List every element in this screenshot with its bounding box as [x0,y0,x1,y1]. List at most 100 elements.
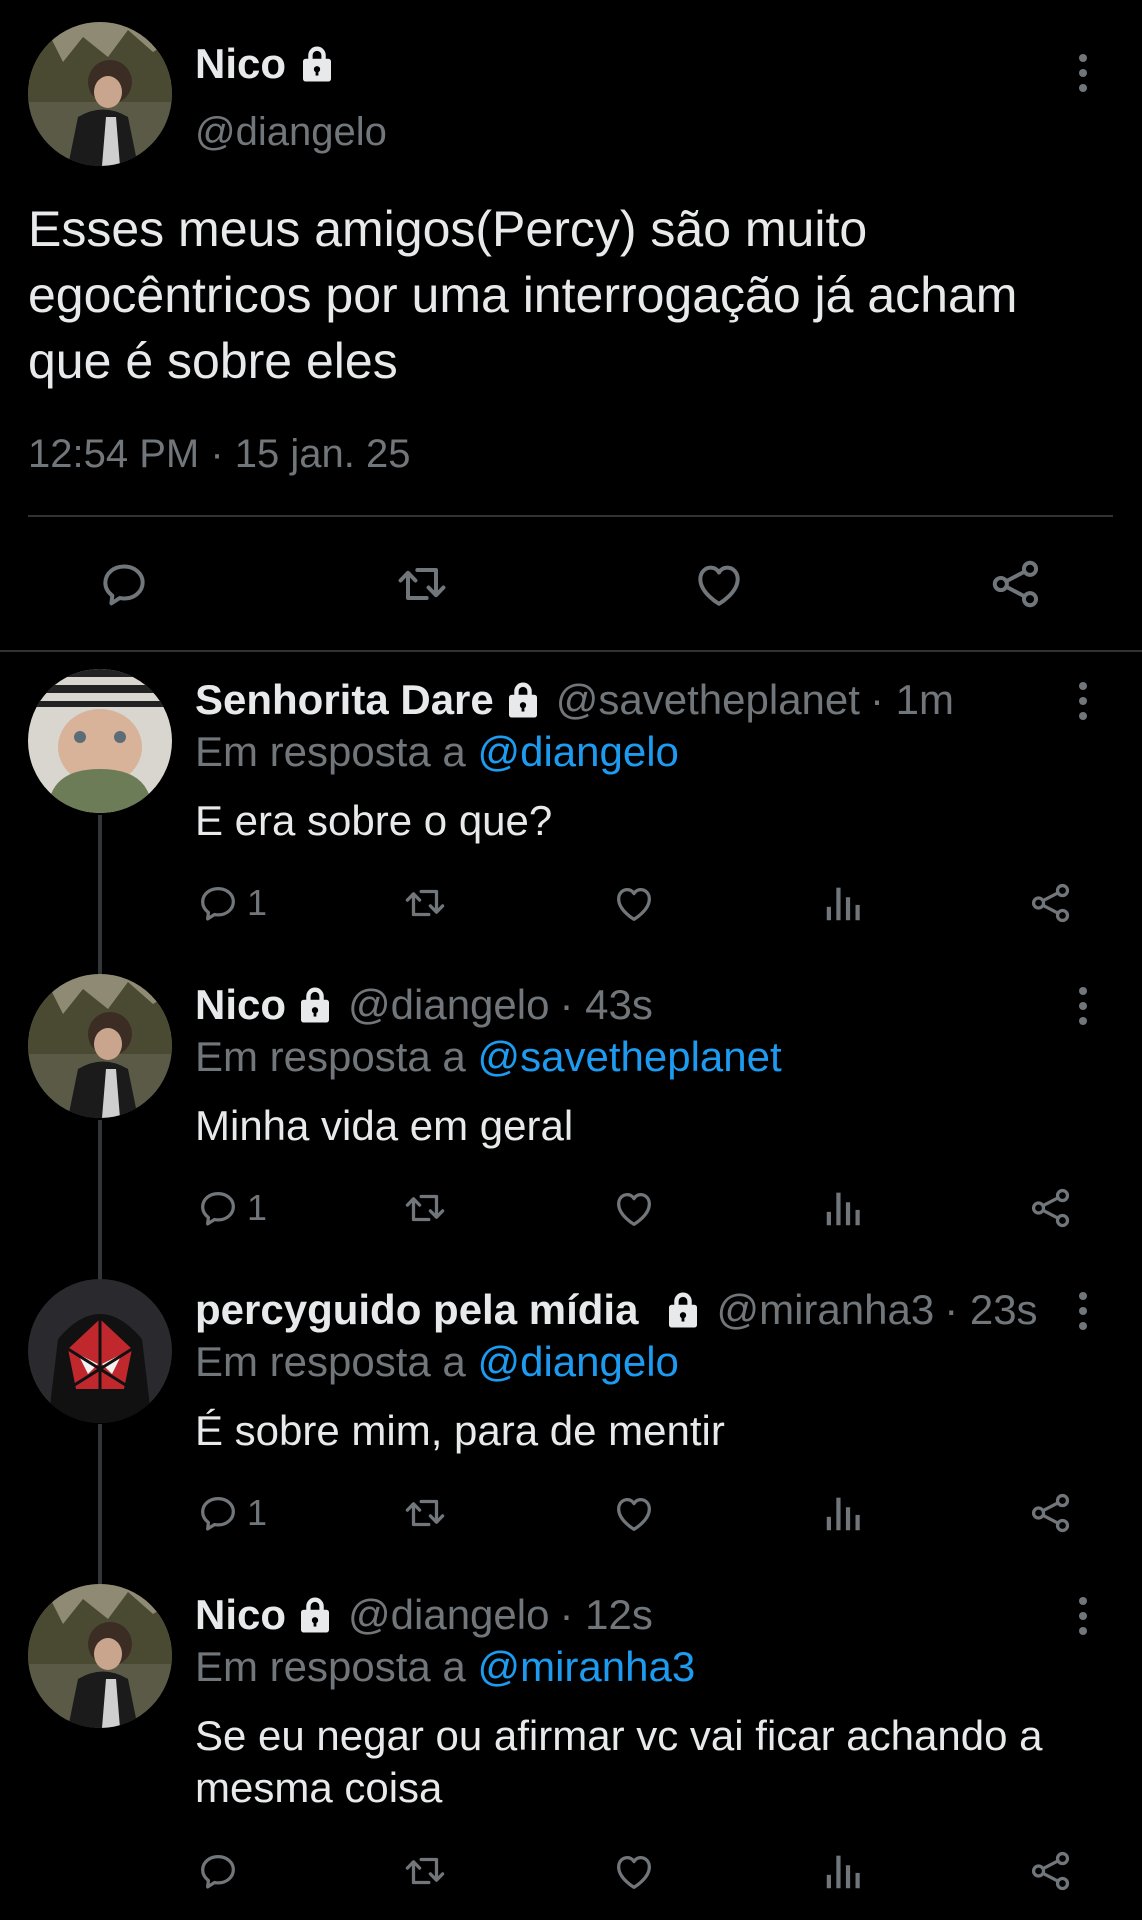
reply-count: 1 [247,1187,268,1228]
reply-header[interactable]: percyguido pela mídia @miranha3 · 23s [195,1286,1038,1334]
handle[interactable]: @diangelo [195,110,387,155]
lock-icon [294,984,336,1026]
like-button[interactable] [691,556,747,612]
avatar-nico-image [28,974,172,1118]
reply-context: Em resposta a @savetheplanet [195,1033,782,1081]
views-button[interactable] [821,1185,867,1231]
reply-icon [96,556,152,612]
avatar[interactable] [28,22,172,166]
views-button[interactable] [821,880,867,926]
share-button[interactable] [1028,1848,1074,1894]
reply-text: É sobre mim, para de mentir [195,1407,725,1454]
retweet-icon [400,1185,450,1231]
like-button[interactable] [611,1848,657,1894]
retweet-button[interactable] [400,1490,450,1536]
reply-text: Minha vida em geral [195,1102,574,1149]
retweet-button[interactable] [400,1185,450,1231]
more-icon[interactable] [1071,987,1095,1025]
handle[interactable]: @savetheplanet [556,676,860,724]
reply-header[interactable]: Nico @diangelo · 12s [195,1591,653,1639]
reply-prefix: Em resposta a [195,1338,466,1385]
reply-to-link[interactable]: @diangelo [477,728,678,775]
time: · 43s [559,981,653,1028]
like-button[interactable] [611,1185,657,1231]
like-icon [611,1185,657,1231]
reply-button[interactable]: 1 [195,1185,267,1231]
share-icon [1028,1185,1074,1231]
display-name[interactable]: Nico [195,1591,286,1639]
stats-icon [821,1490,867,1536]
reply-to-link[interactable]: @diangelo [477,1338,678,1385]
share-button[interactable] [988,556,1044,612]
like-icon [611,1490,657,1536]
handle[interactable]: @diangelo [348,1591,549,1639]
display-name[interactable]: Nico [195,981,286,1029]
retweet-button[interactable] [392,556,452,612]
more-icon[interactable] [1071,54,1095,92]
share-icon [988,556,1044,612]
display-name[interactable]: Nico [195,40,286,88]
reply-context: Em resposta a @diangelo [195,728,679,776]
reply-text: E era sobre o que? [195,797,553,844]
like-icon [611,880,657,926]
more-icon[interactable] [1071,682,1095,720]
reply-count: 1 [247,882,268,923]
share-button[interactable] [1028,1185,1074,1231]
display-name[interactable]: Senhorita Dare [195,676,494,724]
like-button[interactable] [611,1490,657,1536]
retweet-icon [400,1490,450,1536]
like-icon [611,1848,657,1894]
handle[interactable]: @diangelo [348,981,549,1029]
reply-button[interactable] [195,1848,247,1894]
reply-prefix: Em resposta a [195,1033,466,1080]
reply-button[interactable]: 1 [195,880,267,926]
lock-icon [296,43,338,85]
like-icon [691,556,747,612]
avatar[interactable] [28,1279,172,1423]
avatar-miranha-image [28,1279,172,1423]
display-name[interactable]: percyguido pela mídia [195,1286,638,1334]
views-button[interactable] [821,1848,867,1894]
reply-context: Em resposta a @diangelo [195,1338,679,1386]
share-button[interactable] [1028,880,1074,926]
time: · 1m [869,676,954,723]
stats-icon [821,880,867,926]
retweet-icon [400,880,450,926]
reply-icon [195,1848,241,1894]
thread-line [98,1120,102,1280]
more-icon[interactable] [1071,1292,1095,1330]
time: · 23s [944,1286,1038,1333]
reply-button[interactable]: 1 [195,1490,267,1536]
avatar[interactable] [28,669,172,813]
reply-header[interactable]: Senhorita Dare @savetheplanet · 1m [195,676,954,724]
tweet-text: Esses meus amigos(Percy) são muito egocê… [28,201,1018,389]
retweet-button[interactable] [400,1848,450,1894]
stats-icon [821,1848,867,1894]
retweet-icon [400,1848,450,1894]
reply-icon [195,880,241,926]
reply-button[interactable] [96,556,152,612]
avatar-nico-image [28,1584,172,1728]
more-icon[interactable] [1071,1597,1095,1635]
reply-prefix: Em resposta a [195,728,466,775]
reply-to-link[interactable]: @savetheplanet [477,1033,781,1080]
main-author[interactable]: Nico [195,40,338,88]
reply-header[interactable]: Nico @diangelo · 43s [195,981,653,1029]
handle[interactable]: @miranha3 [716,1286,934,1334]
like-button[interactable] [611,880,657,926]
avatar[interactable] [28,1584,172,1728]
views-button[interactable] [821,1490,867,1536]
reply-count: 1 [247,1492,268,1533]
divider [0,650,1142,652]
share-icon [1028,1490,1074,1536]
reply-icon [195,1490,241,1536]
lock-icon [294,1594,336,1636]
reply-to-link[interactable]: @miranha3 [477,1643,695,1690]
avatar-dare-image [28,669,172,813]
reply-text: Se eu negar ou afirmar vc vai ficar acha… [195,1712,1043,1811]
avatar[interactable] [28,974,172,1118]
reply-context: Em resposta a @miranha3 [195,1643,695,1691]
reply-prefix: Em resposta a [195,1643,466,1690]
share-button[interactable] [1028,1490,1074,1536]
retweet-button[interactable] [400,880,450,926]
